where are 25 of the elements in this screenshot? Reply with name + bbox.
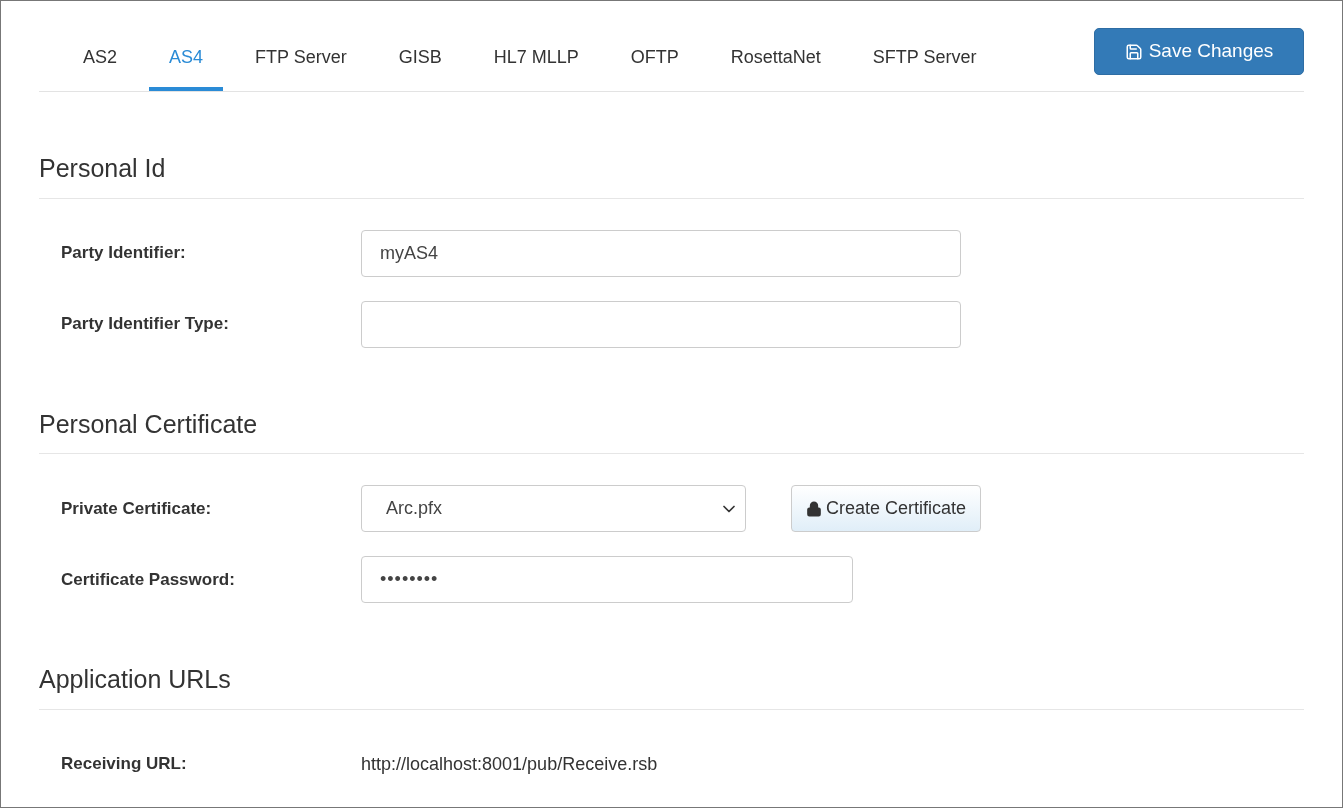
field-label: Receiving URL: <box>60 753 188 776</box>
lock-icon <box>806 500 822 517</box>
text-field[interactable] <box>361 300 961 348</box>
section-title: Application URLs <box>39 661 1304 710</box>
field-label: Certificate Password: <box>60 568 236 591</box>
url-text: http://localhost:8001/pub/Receive.rsb <box>361 752 658 776</box>
tab[interactable]: RosettaNet <box>710 28 841 91</box>
certificate-select[interactable]: Arc.pfx <box>361 485 746 532</box>
save-icon <box>1124 42 1143 61</box>
section-title: Personal Id <box>39 150 1304 199</box>
section-title: Personal Certificate <box>39 405 1304 454</box>
field-label: Party Identifier Type: <box>60 313 230 336</box>
tab[interactable]: AS4 <box>149 28 224 91</box>
create-certificate-button[interactable]: Create Certificate <box>791 485 982 532</box>
text-field[interactable]: myAS4 <box>361 229 961 277</box>
save-changes-button[interactable]: Save Changes <box>1094 28 1304 75</box>
tab[interactable]: HL7 MLLP <box>473 28 599 91</box>
field-label: Private Certificate: <box>60 497 213 520</box>
tab[interactable]: GISB <box>378 28 462 91</box>
tab[interactable]: OFTP <box>610 28 699 91</box>
tab[interactable]: SFTP Server <box>852 28 997 91</box>
field-label: Party Identifier: <box>60 242 187 265</box>
password-field[interactable]: •••••••• <box>361 556 853 603</box>
tab[interactable]: AS2 <box>63 28 138 91</box>
tab[interactable]: FTP Server <box>235 28 367 91</box>
